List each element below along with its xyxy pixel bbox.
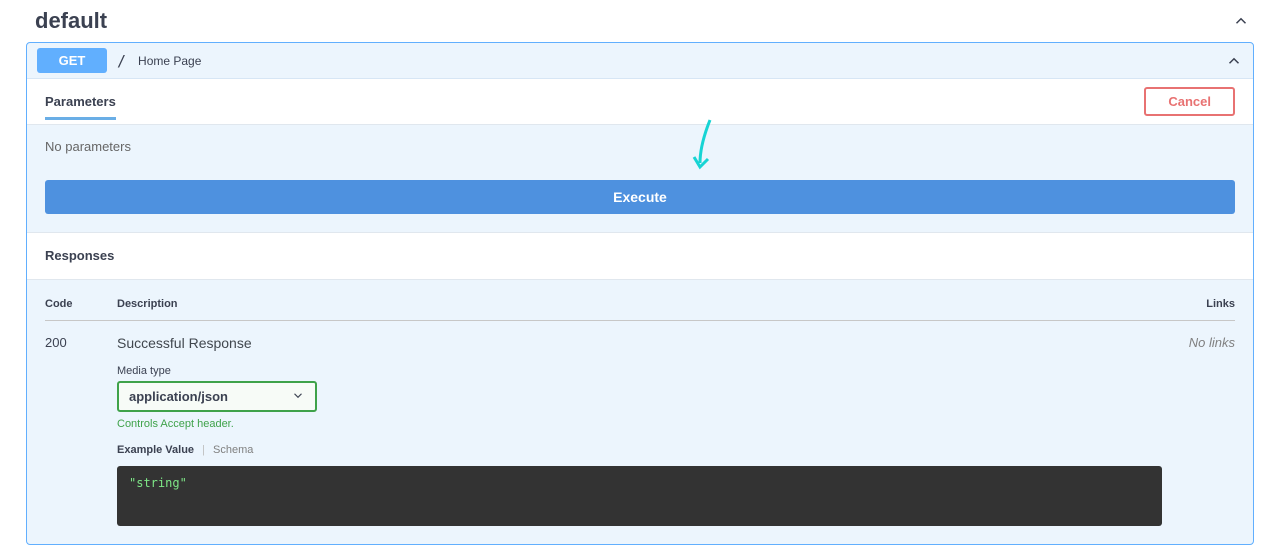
section-header[interactable]: default [10, 0, 1270, 42]
operation-path: / [117, 52, 126, 70]
media-type-value: application/json [129, 389, 228, 404]
chevron-down-icon [291, 388, 305, 405]
chevron-up-icon[interactable] [1225, 52, 1243, 70]
tab-separator: | [202, 444, 205, 456]
no-parameters-text: No parameters [45, 139, 1235, 154]
section-title: default [35, 8, 107, 34]
responses-table: Code Description Links 200 Successful Re… [27, 280, 1253, 544]
cancel-button[interactable]: Cancel [1144, 87, 1235, 116]
response-row: 200 Successful Response Media type appli… [45, 335, 1235, 526]
responses-header: Responses [27, 232, 1253, 280]
tab-schema[interactable]: Schema [213, 444, 253, 456]
media-type-label: Media type [117, 365, 1175, 377]
column-header-description: Description [117, 298, 1175, 310]
execute-button[interactable]: Execute [45, 180, 1235, 214]
responses-heading: Responses [45, 248, 114, 263]
media-type-select[interactable]: application/json [117, 381, 317, 412]
operation-summary-row[interactable]: GET / Home Page [27, 43, 1253, 79]
response-description: Successful Response [117, 335, 1175, 351]
parameters-heading: Parameters [45, 94, 116, 120]
example-code-block: "string" [117, 466, 1162, 526]
response-code: 200 [45, 335, 117, 526]
operation-summary: Home Page [138, 54, 201, 68]
example-tabs: Example Value | Schema [117, 444, 1175, 456]
tab-example-value[interactable]: Example Value [117, 444, 194, 456]
column-header-links: Links [1175, 298, 1235, 310]
column-header-code: Code [45, 298, 117, 310]
response-links: No links [1175, 335, 1235, 526]
media-type-hint: Controls Accept header. [117, 418, 1175, 430]
parameters-header: Parameters Cancel [27, 79, 1253, 125]
operation-block: GET / Home Page Parameters Cancel No par… [26, 42, 1254, 545]
chevron-up-icon[interactable] [1232, 12, 1250, 30]
http-method-badge: GET [37, 48, 107, 73]
